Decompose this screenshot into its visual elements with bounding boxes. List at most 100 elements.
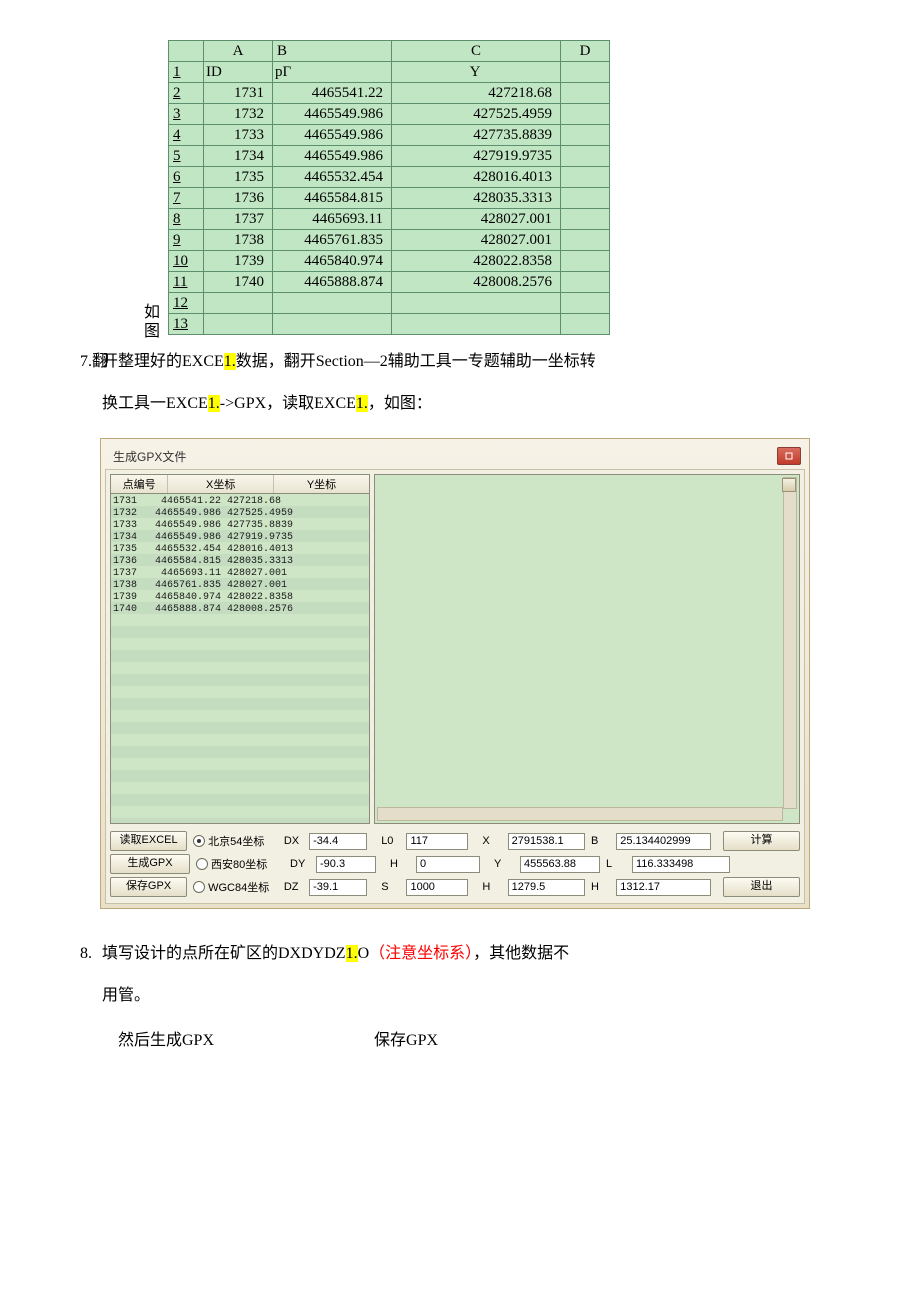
cell[interactable] — [561, 104, 610, 125]
cell[interactable] — [392, 314, 561, 335]
row-num[interactable]: 6 — [169, 167, 204, 188]
cell[interactable] — [561, 83, 610, 104]
row-num[interactable]: 13 — [169, 314, 204, 335]
cell[interactable]: 1732 — [204, 104, 273, 125]
row-num[interactable]: 8 — [169, 209, 204, 230]
cell[interactable]: 428022.8358 — [392, 251, 561, 272]
preview-panel[interactable] — [374, 474, 800, 824]
row-num[interactable]: 2 — [169, 83, 204, 104]
cell[interactable]: 1738 — [204, 230, 273, 251]
cell[interactable] — [561, 272, 610, 293]
input-dx[interactable]: -34.4 — [309, 833, 367, 850]
table-row: 917384465761.835428027.001 — [169, 230, 610, 251]
input-h3[interactable]: 1312.17 — [616, 879, 711, 896]
cell[interactable] — [561, 293, 610, 314]
cell[interactable]: Y — [392, 62, 561, 83]
col-C[interactable]: C — [392, 41, 561, 62]
row-num[interactable]: 12 — [169, 293, 204, 314]
cell[interactable] — [561, 62, 610, 83]
cell[interactable]: 4465584.815 — [273, 188, 392, 209]
cell[interactable] — [204, 293, 273, 314]
cell[interactable]: pΓ — [273, 62, 392, 83]
radio-xa[interactable]: 西安80坐标 — [196, 856, 284, 872]
cell[interactable]: 1739 — [204, 251, 273, 272]
col-x[interactable]: X坐标 — [168, 475, 274, 493]
save-gpx-button[interactable]: 保存GPX — [110, 877, 187, 897]
cell[interactable]: 1734 — [204, 146, 273, 167]
cell[interactable] — [273, 293, 392, 314]
row-num[interactable]: 5 — [169, 146, 204, 167]
cell[interactable]: 1736 — [204, 188, 273, 209]
cell[interactable] — [561, 167, 610, 188]
cell[interactable]: 428008.2576 — [392, 272, 561, 293]
cell[interactable] — [561, 314, 610, 335]
col-y[interactable]: Y坐标 — [274, 475, 369, 493]
input-y[interactable]: 455563.88 — [520, 856, 600, 873]
input-s[interactable]: 1000 — [406, 879, 468, 896]
cell[interactable] — [561, 125, 610, 146]
radio-wgc[interactable]: WGC84坐标 — [193, 879, 278, 895]
cell[interactable] — [561, 188, 610, 209]
cell[interactable]: ID — [204, 62, 273, 83]
calc-button[interactable]: 计算 — [723, 831, 800, 851]
cell[interactable]: 4465549.986 — [273, 104, 392, 125]
cell[interactable]: 4465761.835 — [273, 230, 392, 251]
row-num[interactable]: 4 — [169, 125, 204, 146]
exit-button[interactable]: 退出 — [723, 877, 800, 897]
cell[interactable] — [392, 293, 561, 314]
cell[interactable]: 1735 — [204, 167, 273, 188]
cell[interactable]: 4465532.454 — [273, 167, 392, 188]
row-num[interactable]: 9 — [169, 230, 204, 251]
cell[interactable] — [561, 209, 610, 230]
col-B[interactable]: B — [273, 41, 392, 62]
cell[interactable]: 4465549.986 — [273, 125, 392, 146]
vscroll-thumb[interactable] — [782, 478, 796, 492]
dialog-titlebar[interactable]: 生成GPX文件 — [105, 443, 805, 469]
cell[interactable] — [561, 146, 610, 167]
cell[interactable]: 4465549.986 — [273, 146, 392, 167]
input-h[interactable]: 0 — [416, 856, 480, 873]
col-id[interactable]: 点编号 — [111, 475, 168, 493]
col-D[interactable]: D — [561, 41, 610, 62]
read-excel-button[interactable]: 读取EXCEL — [110, 831, 187, 851]
cell[interactable]: 4465693.11 — [273, 209, 392, 230]
cell[interactable]: 427525.4959 — [392, 104, 561, 125]
input-dy[interactable]: -90.3 — [316, 856, 376, 873]
gen-gpx-button[interactable]: 生成GPX — [110, 854, 190, 874]
cell[interactable]: 4465888.874 — [273, 272, 392, 293]
input-dz[interactable]: -39.1 — [309, 879, 367, 896]
cell[interactable] — [561, 230, 610, 251]
cell[interactable]: 428027.001 — [392, 230, 561, 251]
cell[interactable] — [204, 314, 273, 335]
cell[interactable]: 4465541.22 — [273, 83, 392, 104]
row-num[interactable]: 7 — [169, 188, 204, 209]
cell[interactable]: 428016.4013 — [392, 167, 561, 188]
input-l0[interactable]: 117 — [406, 833, 468, 850]
row-num[interactable]: 11 — [169, 272, 204, 293]
cell[interactable]: 4465840.974 — [273, 251, 392, 272]
cell[interactable]: 1731 — [204, 83, 273, 104]
col-A[interactable]: A — [204, 41, 273, 62]
radio-bj[interactable]: 北京54坐标 — [193, 833, 278, 849]
cell[interactable]: 427218.68 — [392, 83, 561, 104]
cell[interactable] — [561, 251, 610, 272]
cell[interactable]: 1737 — [204, 209, 273, 230]
close-icon[interactable] — [777, 447, 801, 465]
cell[interactable] — [273, 314, 392, 335]
cell[interactable]: 1733 — [204, 125, 273, 146]
row-num[interactable]: 10 — [169, 251, 204, 272]
input-x[interactable]: 2791538.1 — [508, 833, 585, 850]
row-num[interactable]: 3 — [169, 104, 204, 125]
p8a: 填写设计的点所在矿区的DXDYDZ — [102, 945, 346, 962]
cell[interactable]: 428027.001 — [392, 209, 561, 230]
cell[interactable]: 427919.9735 — [392, 146, 561, 167]
cell[interactable]: 428035.3313 — [392, 188, 561, 209]
row-num[interactable]: 1 — [169, 62, 204, 83]
hscroll[interactable] — [377, 807, 783, 821]
cell[interactable]: 1740 — [204, 272, 273, 293]
input-b[interactable]: 25.134402999 — [616, 833, 711, 850]
coord-list[interactable]: 1731 4465541.22 427218.68 1732 4465549.9… — [110, 494, 370, 824]
input-h2[interactable]: 1279.5 — [508, 879, 585, 896]
input-l[interactable]: 116.333498 — [632, 856, 730, 873]
cell[interactable]: 427735.8839 — [392, 125, 561, 146]
